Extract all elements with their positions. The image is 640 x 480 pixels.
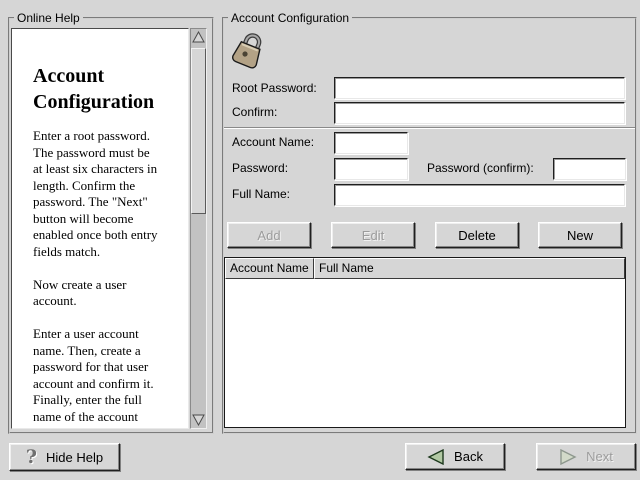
help-heading: Account Configuration <box>33 63 182 115</box>
accounts-table-header: Account Name Full Name <box>225 258 625 279</box>
accounts-table: Account Name Full Name <box>224 257 626 428</box>
scroll-down-icon <box>192 414 205 426</box>
delete-button[interactable]: Delete <box>435 222 519 248</box>
scrollbar-thumb[interactable] <box>191 48 206 214</box>
hide-help-button[interactable]: ? Hide Help <box>9 443 120 471</box>
account-name-label: Account Name: <box>232 135 314 149</box>
help-scrollbar[interactable] <box>190 28 207 429</box>
scroll-up-button[interactable] <box>192 30 205 44</box>
separator <box>224 127 635 129</box>
confirm-label: Confirm: <box>232 105 277 119</box>
installer-window: Online Help Account Configuration Enter … <box>0 0 640 480</box>
next-arrow-icon <box>559 449 577 465</box>
padlock-icon <box>228 29 268 71</box>
scroll-down-button[interactable] <box>192 413 205 427</box>
help-content: Account Configuration Enter a root passw… <box>12 29 188 425</box>
back-arrow-icon <box>427 449 445 465</box>
root-password-input[interactable] <box>334 77 625 99</box>
new-button[interactable]: New <box>538 222 622 248</box>
back-button-label: Back <box>454 449 483 464</box>
column-header-full-name[interactable]: Full Name <box>314 258 625 279</box>
online-help-frame: Online Help Account Configuration Enter … <box>8 17 214 434</box>
hide-help-button-label: Hide Help <box>46 450 103 465</box>
next-button[interactable]: Next <box>536 443 636 470</box>
next-button-label: Next <box>586 449 613 464</box>
full-name-input[interactable] <box>334 184 625 206</box>
delete-button-label: Delete <box>458 228 496 243</box>
question-mark-icon: ? <box>26 448 37 467</box>
edit-button[interactable]: Edit <box>331 222 415 248</box>
root-password-label: Root Password: <box>232 81 317 95</box>
help-body-text: Enter a root password. The password must… <box>33 128 182 425</box>
account-configuration-frame: Account Configuration Root Password: Con… <box>222 17 637 434</box>
add-button[interactable]: Add <box>227 222 311 248</box>
back-button[interactable]: Back <box>405 443 505 470</box>
edit-button-label: Edit <box>362 228 384 243</box>
scroll-up-icon <box>192 31 205 43</box>
account-name-input[interactable] <box>334 132 408 154</box>
add-button-label: Add <box>257 228 280 243</box>
column-header-account-name[interactable]: Account Name <box>225 258 314 279</box>
new-button-label: New <box>567 228 593 243</box>
password-input[interactable] <box>334 158 408 180</box>
password-confirm-label: Password (confirm): <box>427 161 534 175</box>
password-confirm-input[interactable] <box>553 158 626 180</box>
online-help-frame-label: Online Help <box>14 11 83 26</box>
accounts-table-body[interactable] <box>225 279 625 427</box>
help-text-viewport: Account Configuration Enter a root passw… <box>11 28 189 429</box>
account-configuration-frame-label: Account Configuration <box>228 11 352 26</box>
password-label: Password: <box>232 161 288 175</box>
confirm-password-input[interactable] <box>334 102 625 124</box>
full-name-label: Full Name: <box>232 187 290 201</box>
